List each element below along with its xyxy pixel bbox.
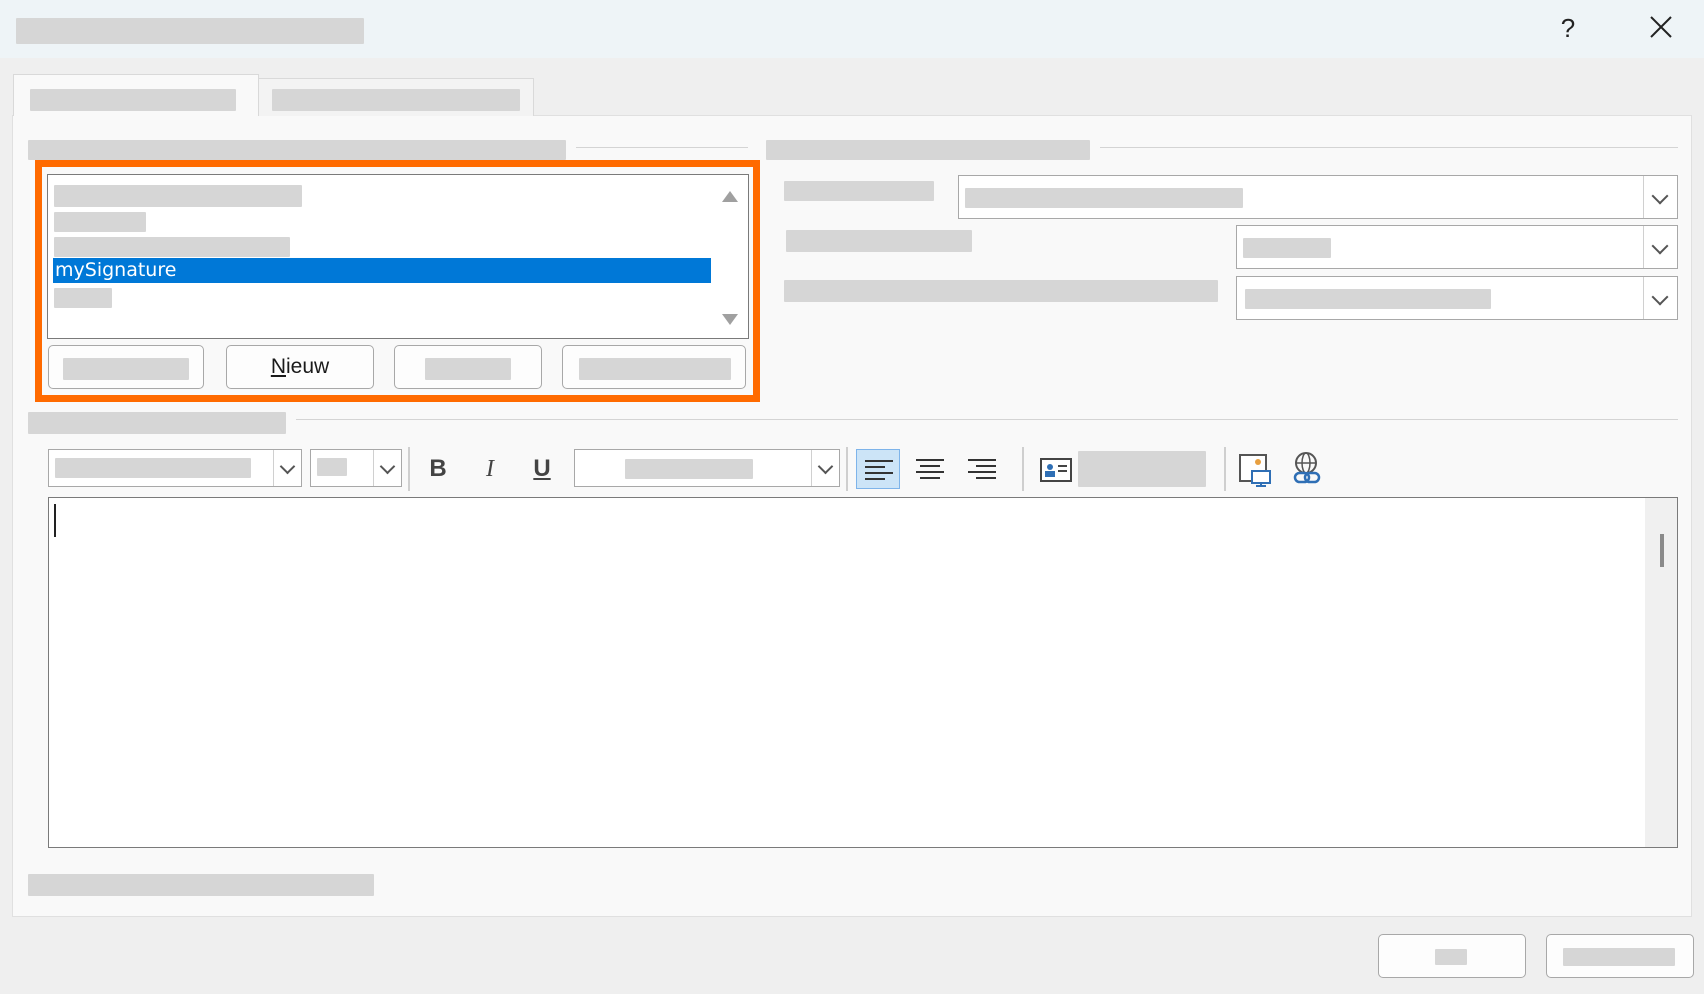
font-color-select[interactable] (574, 449, 840, 487)
text-caret (54, 504, 56, 537)
align-center-button[interactable] (908, 449, 952, 489)
new-messages-select[interactable] (1236, 225, 1678, 269)
select-signature-label (28, 140, 566, 160)
underline-button[interactable]: U (520, 449, 564, 489)
button-label (63, 358, 189, 380)
section-divider (1100, 147, 1678, 148)
ok-button[interactable] (1378, 934, 1526, 978)
chevron-down-icon (379, 458, 396, 475)
account-label (784, 181, 934, 201)
dropdown-button[interactable] (273, 450, 301, 486)
tab-personal-stationery[interactable] (258, 78, 534, 116)
business-card-label (1078, 451, 1206, 487)
editor-scrollbar[interactable] (1645, 498, 1677, 847)
dropdown-button[interactable] (1643, 226, 1677, 268)
account-select[interactable] (958, 175, 1678, 219)
cancel-button[interactable] (1546, 934, 1694, 978)
window-title (16, 18, 364, 44)
footer-note (28, 874, 374, 896)
italic-button[interactable]: I (468, 449, 512, 489)
button-label (579, 358, 731, 380)
list-item[interactable] (54, 185, 302, 207)
list-item-selected[interactable]: mySignature (53, 258, 711, 283)
section-divider (576, 147, 748, 148)
replies-forwards-select[interactable] (1236, 276, 1678, 320)
select-value (625, 459, 753, 479)
font-select[interactable] (48, 449, 302, 487)
align-left-icon (865, 460, 893, 480)
chevron-down-icon (1651, 288, 1669, 306)
select-value (55, 458, 251, 478)
chevron-down-icon (279, 458, 296, 475)
align-left-button[interactable] (856, 449, 900, 489)
scroll-up-icon[interactable] (722, 191, 738, 202)
hyperlink-icon (1293, 452, 1321, 484)
signature-editor[interactable] (48, 497, 1678, 848)
insert-picture-button[interactable] (1234, 449, 1278, 489)
toolbar-separator (846, 447, 848, 491)
dropdown-button[interactable] (1643, 176, 1677, 218)
button-label (1563, 948, 1675, 966)
select-value (1245, 289, 1491, 309)
bold-button[interactable]: B (416, 449, 460, 489)
section-divider (296, 419, 1678, 420)
align-right-icon (968, 459, 996, 479)
business-card-button[interactable] (1034, 449, 1210, 489)
button-mnemonic: N (270, 355, 286, 378)
chevron-down-icon (1651, 187, 1669, 205)
dropdown-button[interactable] (373, 450, 401, 486)
help-button[interactable]: ? (1546, 8, 1590, 48)
select-value (965, 188, 1243, 208)
save-button[interactable] (394, 345, 542, 389)
select-value (317, 458, 347, 476)
new-button[interactable]: Nieuw (226, 345, 374, 389)
button-label (425, 358, 511, 380)
business-card-icon (1040, 458, 1072, 482)
button-label (1435, 949, 1467, 965)
new-messages-label (786, 230, 972, 252)
title-bar: ? (0, 0, 1704, 58)
font-size-select[interactable] (310, 449, 402, 487)
signature-list[interactable]: mySignature (47, 174, 749, 339)
list-item[interactable] (54, 212, 146, 232)
scrollbar-thumb[interactable] (1660, 534, 1664, 567)
list-item[interactable] (54, 237, 290, 257)
select-value (1243, 238, 1331, 258)
toolbar-separator (408, 447, 410, 491)
tab-email-signature[interactable] (13, 74, 259, 116)
rename-button[interactable] (562, 345, 746, 389)
close-icon (1650, 16, 1672, 38)
insert-hyperlink-button[interactable] (1286, 449, 1330, 489)
scroll-down-icon[interactable] (722, 314, 738, 325)
list-item[interactable] (54, 288, 112, 308)
edit-signature-label (28, 412, 286, 434)
dropdown-button[interactable] (1643, 277, 1677, 319)
align-center-icon (916, 459, 944, 479)
tab-label (30, 89, 236, 111)
align-right-button[interactable] (960, 449, 1004, 489)
default-signature-label (766, 140, 1090, 160)
chevron-down-icon (817, 458, 834, 475)
toolbar-separator (1022, 447, 1024, 491)
chevron-down-icon (1651, 237, 1669, 255)
button-label: ieuw (285, 355, 330, 378)
toolbar-separator (1224, 447, 1226, 491)
dropdown-button[interactable] (811, 450, 839, 486)
close-button[interactable] (1638, 8, 1682, 48)
tab-label (272, 89, 520, 111)
replies-forwards-label (784, 280, 1218, 302)
picture-icon (1239, 454, 1271, 487)
delete-button[interactable] (48, 345, 204, 389)
